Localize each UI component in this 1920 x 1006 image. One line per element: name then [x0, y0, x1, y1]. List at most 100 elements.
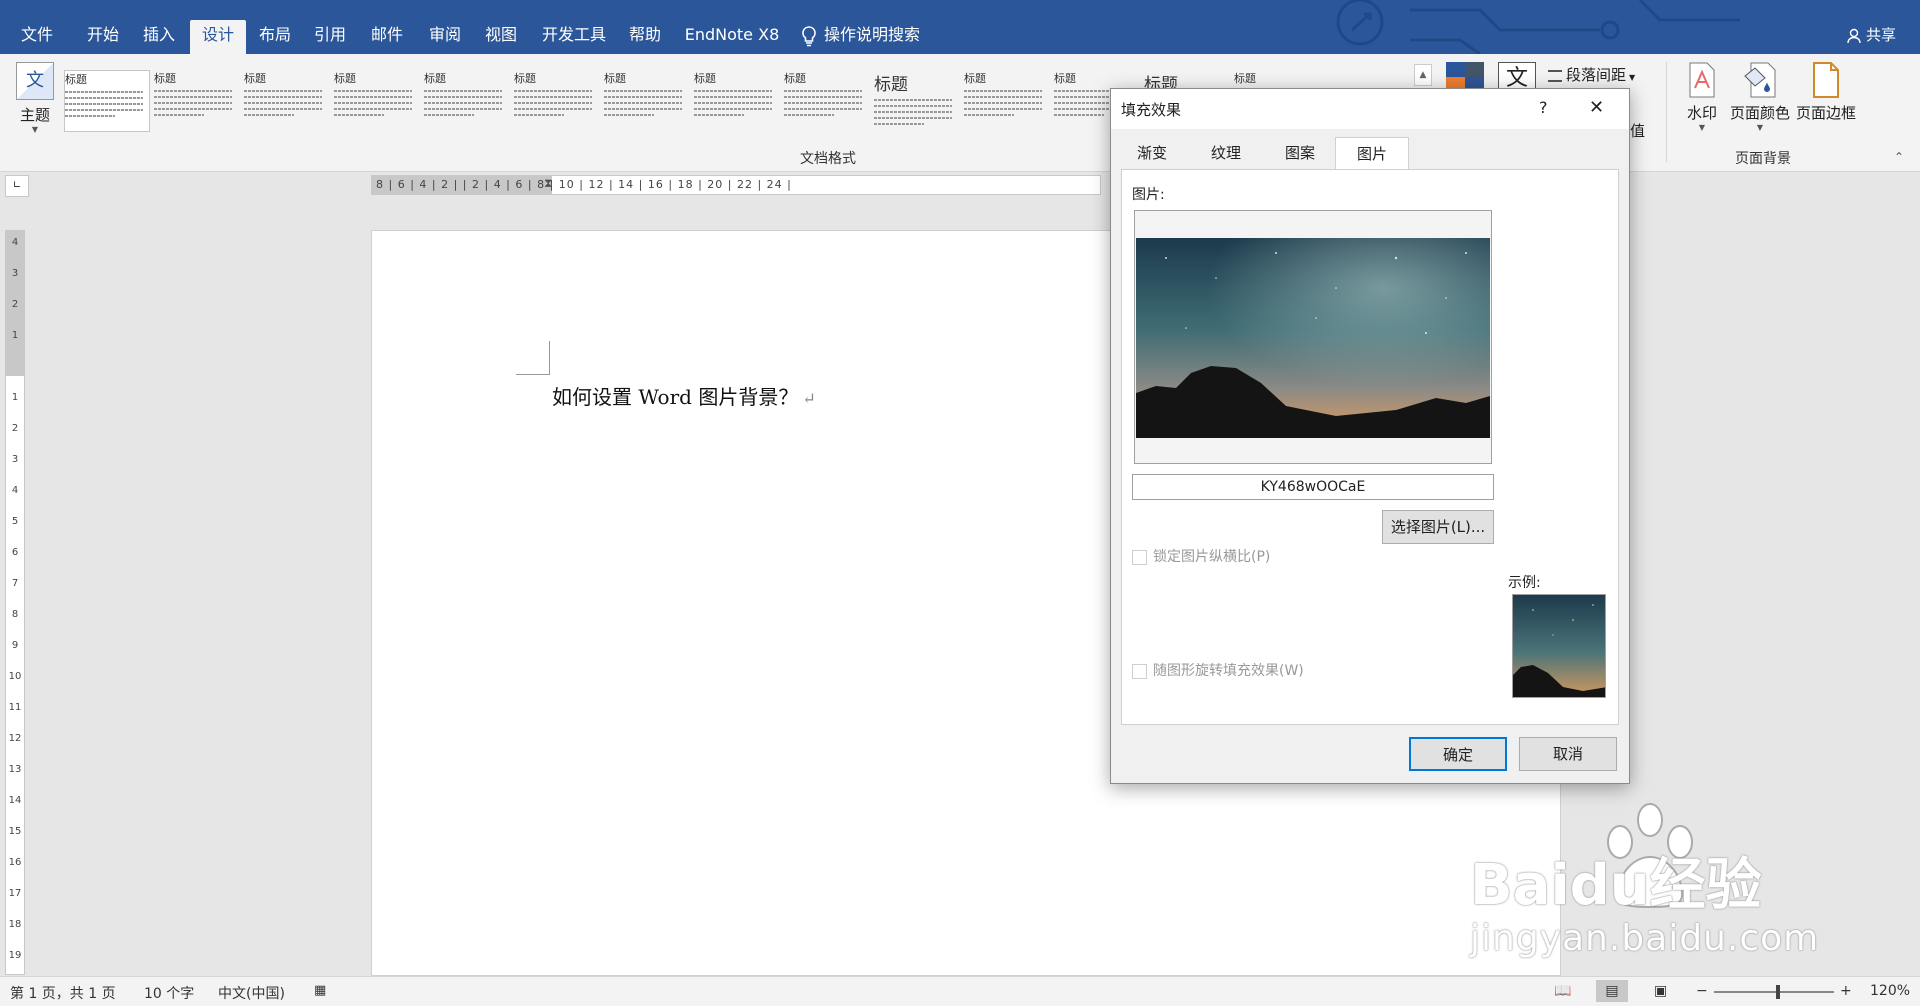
- themes-button[interactable]: 文 主题 ▼: [10, 62, 60, 146]
- close-icon[interactable]: ✕: [1589, 97, 1604, 118]
- zoom-out-button[interactable]: −: [1696, 983, 1708, 999]
- vertical-ruler[interactable]: 4 3 2 1 1 2 3 4 5 6 7 8 9 10 11 12 13 14 15 16 17 18 19: [5, 230, 25, 975]
- web-layout-icon[interactable]: ▣: [1654, 983, 1667, 999]
- sample-preview: [1512, 594, 1606, 698]
- style-set-thumbnail[interactable]: 标题: [514, 70, 600, 132]
- help-button[interactable]: ?: [1539, 98, 1548, 117]
- zoom-slider[interactable]: [1714, 985, 1834, 999]
- paragraph-spacing-button[interactable]: 段落间距 ▼: [1548, 64, 1658, 86]
- page-color-label: 页面颜色: [1729, 104, 1790, 122]
- watermark-button[interactable]: 水印 ▼: [1682, 62, 1722, 148]
- tab-picture[interactable]: 图片: [1335, 137, 1409, 171]
- style-set-preview-line: [424, 90, 502, 92]
- read-mode-icon[interactable]: 📖: [1554, 983, 1571, 999]
- zoom-in-button[interactable]: +: [1840, 983, 1852, 999]
- status-page-count[interactable]: 第 1 页，共 1 页: [10, 983, 116, 1003]
- zoom-slider-thumb[interactable]: [1776, 985, 1780, 999]
- style-set-title: 标题: [65, 73, 87, 86]
- lock-aspect-option[interactable]: 锁定图片纵横比(P): [1132, 546, 1270, 566]
- ruler-number: 15: [8, 826, 22, 837]
- tab-help[interactable]: 帮助: [622, 20, 668, 54]
- style-set-thumbnail[interactable]: 标题: [604, 70, 690, 132]
- collapse-ribbon-icon[interactable]: ⌃: [1894, 150, 1904, 164]
- tab-endnote[interactable]: EndNote X8: [680, 20, 784, 54]
- ruler-number: [6, 361, 24, 392]
- style-set-thumbnail[interactable]: 标题: [874, 70, 960, 132]
- style-set-preview-line: [604, 90, 682, 92]
- style-set-preview-line: [65, 97, 143, 99]
- tab-pattern[interactable]: 图案: [1271, 137, 1329, 169]
- tab-mailings[interactable]: 邮件: [364, 20, 410, 54]
- style-set-preview-line: [874, 99, 952, 101]
- tab-insert[interactable]: 插入: [136, 20, 182, 54]
- dialog-title: 填充效果: [1121, 101, 1182, 119]
- style-set-preview-line: [964, 114, 1014, 116]
- tab-references[interactable]: 引用: [307, 20, 353, 54]
- style-set-preview-line: [514, 114, 564, 116]
- style-set-thumbnail[interactable]: 标题: [964, 70, 1050, 132]
- cancel-button[interactable]: 取消: [1519, 737, 1617, 771]
- tab-home[interactable]: 开始: [80, 20, 126, 54]
- style-set-preview-line: [334, 114, 384, 116]
- zoom-level[interactable]: 120%: [1870, 983, 1910, 999]
- status-word-count[interactable]: 10 个字: [144, 983, 194, 1003]
- ruler-number: 6: [11, 547, 19, 558]
- rotate-with-shape-checkbox[interactable]: [1132, 663, 1147, 679]
- tab-design[interactable]: 设计: [190, 20, 246, 54]
- ruler-toggle-icon[interactable]: ∟: [5, 175, 29, 197]
- tab-view[interactable]: 视图: [478, 20, 524, 54]
- style-set-thumbnail[interactable]: 标题: [334, 70, 420, 132]
- page-color-button[interactable]: 页面颜色 ▼: [1728, 62, 1792, 148]
- style-set-preview-line: [784, 90, 862, 92]
- tab-developer[interactable]: 开发工具: [536, 20, 612, 54]
- style-set-thumbnail[interactable]: 标题: [694, 70, 780, 132]
- style-set-preview-line: [334, 108, 412, 110]
- style-set-thumbnail[interactable]: 标题: [424, 70, 510, 132]
- style-set-preview-line: [964, 102, 1042, 104]
- lock-aspect-checkbox[interactable]: [1132, 549, 1147, 565]
- tell-me-search[interactable]: 操作说明搜索: [800, 20, 950, 54]
- page-border-button[interactable]: 页面边框: [1794, 62, 1858, 148]
- horizontal-ruler[interactable]: 8 | 6 | 4 | 2 | | 2 | 4 | 6 | 8 | 10 | 1…: [371, 175, 1101, 195]
- tab-review[interactable]: 审阅: [422, 20, 468, 54]
- style-set-preview-line: [694, 114, 744, 116]
- style-set-thumbnail[interactable]: 标题: [244, 70, 330, 132]
- tell-me-label: 操作说明搜索: [824, 25, 921, 44]
- ruler-number: 13: [8, 764, 22, 775]
- style-set-preview-line: [65, 103, 143, 105]
- style-set-thumbnail[interactable]: 标题: [64, 70, 150, 132]
- ruler-number: 19: [8, 950, 22, 961]
- style-set-preview-line: [514, 102, 592, 104]
- style-set-preview-line: [65, 115, 115, 117]
- set-as-default-partial[interactable]: 值: [1630, 120, 1645, 141]
- style-set-preview-line: [964, 90, 1042, 92]
- style-set-thumbnail[interactable]: 标题: [784, 70, 870, 132]
- paragraph-spacing-label: 段落间距: [1566, 66, 1627, 84]
- print-layout-icon[interactable]: ▤: [1596, 980, 1628, 1002]
- tab-texture[interactable]: 纹理: [1197, 137, 1255, 169]
- tab-layout[interactable]: 布局: [252, 20, 298, 54]
- document-paragraph[interactable]: 如何设置 Word 图片背景？ ↵: [552, 381, 816, 410]
- dialog-titlebar[interactable]: 填充效果 ? ✕: [1111, 89, 1629, 129]
- tab-gradient[interactable]: 渐变: [1123, 137, 1181, 169]
- style-set-preview-line: [604, 114, 654, 116]
- macro-record-icon[interactable]: ▦: [314, 983, 326, 998]
- share-button[interactable]: 共享: [1836, 20, 1906, 54]
- person-icon: [1847, 28, 1861, 43]
- style-set-preview-line: [1054, 114, 1104, 116]
- style-set-preview-line: [604, 108, 682, 110]
- ok-button[interactable]: 确定: [1409, 737, 1507, 771]
- style-set-thumbnail[interactable]: 标题: [154, 70, 240, 132]
- tab-file[interactable]: 文件: [14, 20, 60, 54]
- indent-marker-icon[interactable]: ⧗: [544, 176, 552, 192]
- style-set-title: 标题: [154, 72, 176, 85]
- style-set-preview-line: [424, 108, 502, 110]
- ruler-marks: 4 3 2 1 1 2 3 4 5 6 7 8 9 10 11 12 13 14 15 16 17 18 19: [6, 237, 24, 974]
- style-set-preview-line: [154, 96, 232, 98]
- rotate-with-shape-option[interactable]: 随图形旋转填充效果(W): [1132, 660, 1304, 680]
- group-label-doc-format: 文档格式: [800, 151, 856, 167]
- ruler-number: 1: [11, 330, 19, 341]
- select-picture-button[interactable]: 选择图片(L)...: [1382, 510, 1494, 544]
- gallery-scroll-up[interactable]: ▲: [1414, 64, 1432, 86]
- status-language[interactable]: 中文(中国): [218, 983, 285, 1003]
